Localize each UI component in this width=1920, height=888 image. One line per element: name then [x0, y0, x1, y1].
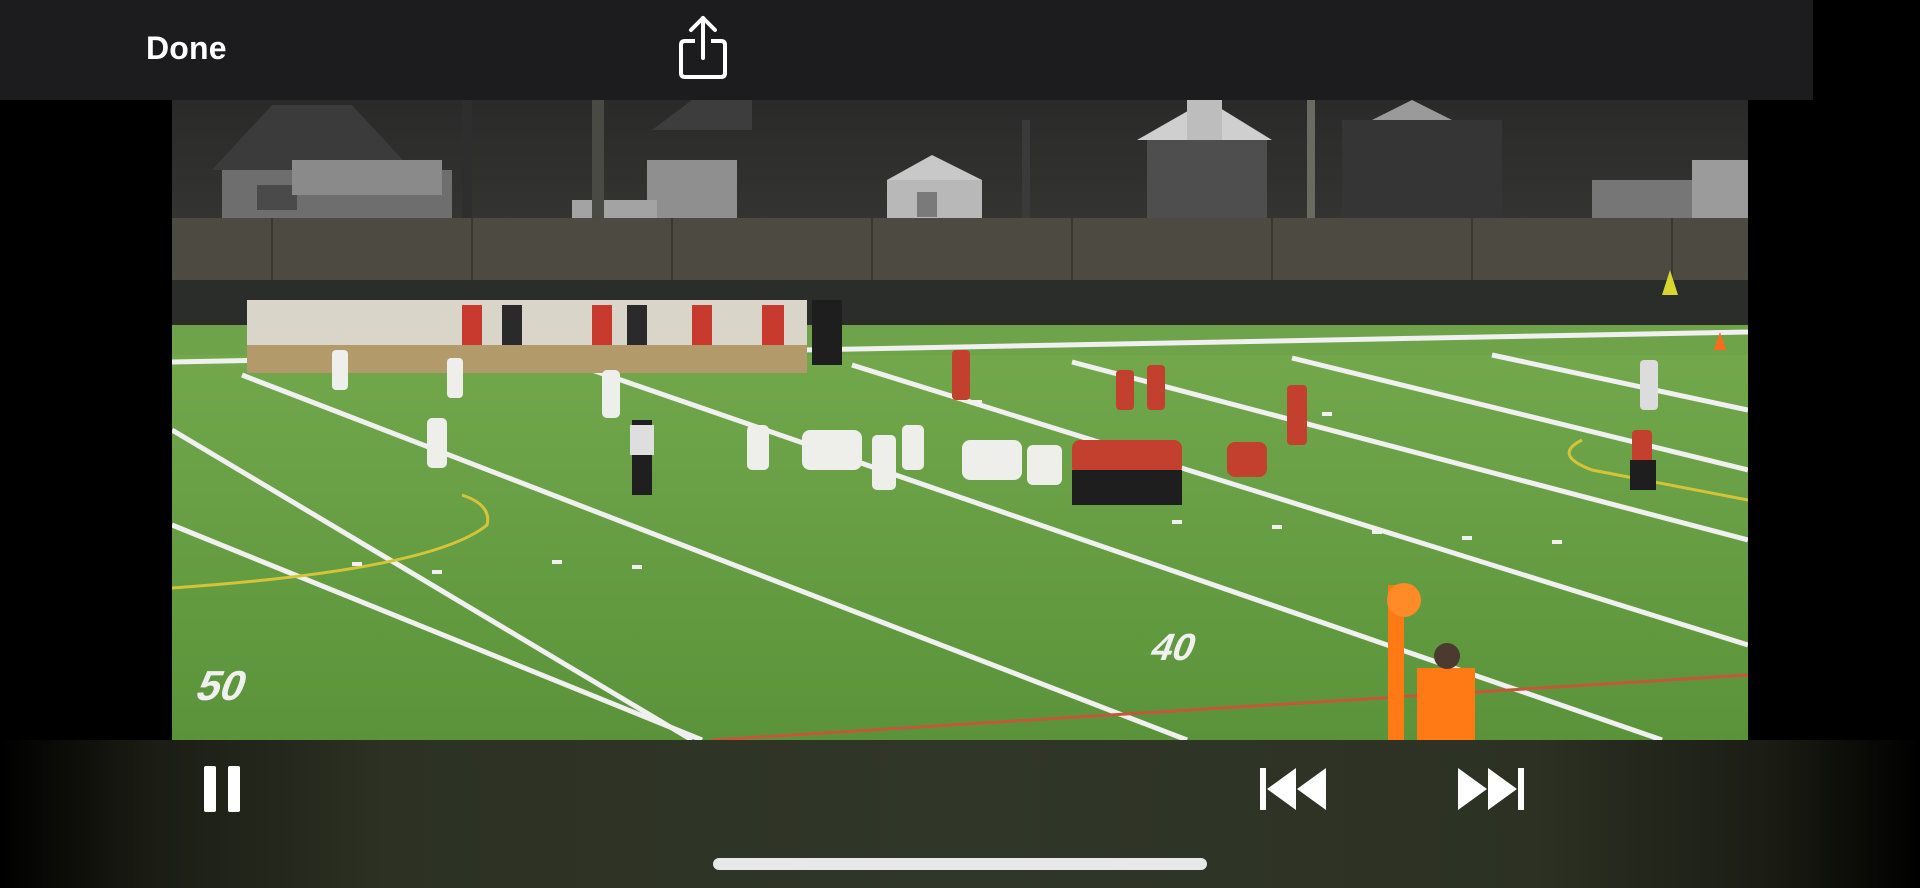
video-frame[interactable]: 50 40: [172, 100, 1748, 740]
background-fence: [172, 218, 1748, 280]
share-button[interactable]: [676, 14, 730, 80]
down-marker-sign: [1387, 583, 1421, 617]
skip-back-button[interactable]: [1260, 766, 1328, 812]
skip-forward-icon: [1458, 768, 1524, 810]
video-content: 50 40: [172, 100, 1748, 740]
home-indicator[interactable]: [713, 858, 1207, 870]
top-bar-edge: [1813, 0, 1920, 100]
chain-crew-vest: [1417, 668, 1475, 740]
done-button[interactable]: Done: [146, 30, 227, 67]
pause-icon: [204, 766, 216, 812]
top-bar: [0, 0, 1813, 100]
skip-back-icon: [1260, 768, 1326, 810]
skip-forward-button[interactable]: [1456, 766, 1524, 812]
referee-shirt: [630, 425, 654, 455]
pause-icon-bar: [228, 766, 240, 812]
chain-crew-head: [1434, 643, 1460, 669]
share-icon: [679, 16, 727, 79]
pause-button[interactable]: [202, 766, 242, 814]
video-player-screen: Done 50 40: [0, 0, 1920, 888]
